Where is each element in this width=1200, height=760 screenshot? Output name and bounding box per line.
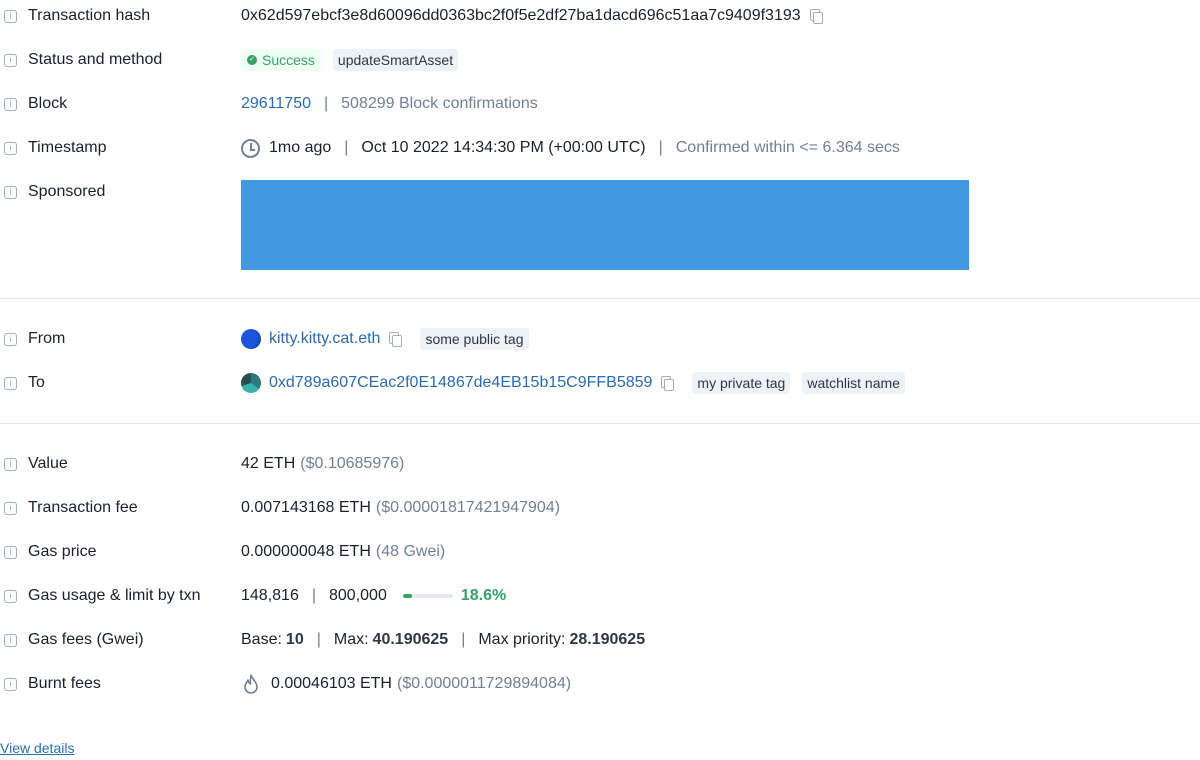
fire-icon xyxy=(244,674,258,694)
value-usd: ($0.10685976) xyxy=(300,455,405,472)
confirmation-time: Confirmed within <= 6.364 secs xyxy=(675,139,900,156)
row-gas-usage: i Gas usage & limit by txn 148,816 | 800… xyxy=(0,584,1200,608)
burnt-amount: 0.00046103 ETH xyxy=(271,675,392,692)
gas-usage-bar-fill xyxy=(402,594,413,598)
block-confirmations: 508299 Block confirmations xyxy=(341,95,538,112)
address-avatar xyxy=(241,329,261,349)
row-gas-fees: i Gas fees (Gwei) Base: 10 | Max: 40.190… xyxy=(0,628,1200,652)
gas-usage-percent: 18.6% xyxy=(460,587,507,604)
row-gas-price: i Gas price 0.000000048 ETH (48 Gwei) xyxy=(0,540,1200,564)
row-label: From xyxy=(28,330,66,347)
status-badge: ✓ Success xyxy=(241,49,321,71)
gas-limit: 800,000 xyxy=(329,587,387,604)
info-icon[interactable]: i xyxy=(4,589,17,603)
row-label: Status and method xyxy=(28,51,163,68)
row-label: Sponsored xyxy=(28,183,106,200)
row-transaction-hash: i Transaction hash 0x62d597ebcf3e8d60096… xyxy=(0,4,1200,28)
info-icon[interactable]: i xyxy=(4,376,17,390)
check-circle-icon: ✓ xyxy=(247,55,257,65)
row-timestamp: i Timestamp 1mo ago | Oct 10 2022 14:34:… xyxy=(0,136,1200,160)
max-priority-label: Max priority: xyxy=(478,631,566,648)
separator: | xyxy=(311,587,316,604)
burnt-usd: ($0.0000011729894084) xyxy=(396,675,572,692)
divider xyxy=(0,423,1200,424)
from-address-link[interactable]: kitty.kitty.cat.eth xyxy=(269,330,380,348)
info-icon[interactable]: i xyxy=(4,141,17,155)
info-icon[interactable]: i xyxy=(4,97,17,111)
value-amount: 42 ETH xyxy=(241,455,296,472)
method-tag: updateSmartAsset xyxy=(332,49,459,71)
row-label: Burnt fees xyxy=(28,675,101,692)
info-icon[interactable]: i xyxy=(4,633,17,647)
gas-usage-bar xyxy=(402,594,453,598)
separator: | xyxy=(316,631,321,648)
row-from: i From kitty.kitty.cat.eth some public t… xyxy=(0,327,1200,351)
clock-icon xyxy=(241,138,260,158)
fee-amount: 0.007143168 ETH xyxy=(241,499,371,516)
view-details-link[interactable]: View details xyxy=(0,740,74,756)
base-fee-label: Base: xyxy=(241,631,282,648)
gas-used: 148,816 xyxy=(241,587,299,604)
info-icon[interactable]: i xyxy=(4,185,17,199)
row-label: Timestamp xyxy=(28,139,107,156)
info-icon[interactable]: i xyxy=(4,457,17,471)
tx-hash-value: 0x62d597ebcf3e8d60096dd0363bc2f0f5e2df27… xyxy=(241,7,801,24)
separator: | xyxy=(658,139,663,156)
row-status-method: i Status and method ✓ Success updateSmar… xyxy=(0,48,1200,72)
info-icon[interactable]: i xyxy=(4,53,17,67)
copy-icon[interactable] xyxy=(388,332,403,347)
info-icon[interactable]: i xyxy=(4,677,17,691)
row-label: Transaction hash xyxy=(28,7,151,24)
row-label: Gas fees (Gwei) xyxy=(28,631,144,648)
timestamp-relative: 1mo ago xyxy=(269,139,332,156)
info-icon[interactable]: i xyxy=(4,332,17,346)
row-label: Gas usage & limit by txn xyxy=(28,587,201,604)
base-fee-value: 10 xyxy=(285,631,304,648)
address-avatar xyxy=(241,373,261,393)
row-label: To xyxy=(28,374,45,391)
row-value: i Value 42 ETH ($0.10685976) xyxy=(0,452,1200,476)
row-block: i Block 29611750 | 508299 Block confirma… xyxy=(0,92,1200,116)
row-burnt-fees: i Burnt fees 0.00046103 ETH ($0.00000117… xyxy=(0,672,1200,696)
fee-usd: ($0.00001817421947904) xyxy=(375,499,561,516)
watchlist-tag: watchlist name xyxy=(802,372,905,394)
timestamp-absolute: Oct 10 2022 14:34:30 PM (+00:00 UTC) xyxy=(361,139,646,156)
info-icon[interactable]: i xyxy=(4,9,17,23)
public-tag: some public tag xyxy=(420,328,529,350)
gas-price-gwei: (48 Gwei) xyxy=(375,543,446,560)
copy-icon[interactable] xyxy=(809,9,823,24)
row-to: i To 0xd789a607CEac2f0E14867de4EB15b15C9… xyxy=(0,371,1200,395)
private-tag: my private tag xyxy=(692,372,791,394)
max-fee-label: Max: xyxy=(333,631,369,648)
sponsored-ad-banner[interactable] xyxy=(241,180,969,270)
max-fee-value: 40.190625 xyxy=(372,631,449,648)
row-label: Transaction fee xyxy=(28,499,138,516)
max-priority-value: 28.190625 xyxy=(569,631,646,648)
row-label: Value xyxy=(28,455,68,472)
info-icon[interactable]: i xyxy=(4,501,17,515)
divider xyxy=(0,298,1200,299)
row-label: Block xyxy=(28,95,68,112)
info-icon[interactable]: i xyxy=(4,545,17,559)
to-address-link[interactable]: 0xd789a607CEac2f0E14867de4EB15b15C9FFB58… xyxy=(269,374,652,392)
separator: | xyxy=(461,631,466,648)
gas-price-amount: 0.000000048 ETH xyxy=(241,543,371,560)
block-number-link[interactable]: 29611750 xyxy=(241,95,311,113)
row-label: Gas price xyxy=(28,543,97,560)
status-text: Success xyxy=(262,52,315,68)
separator: | xyxy=(344,139,349,156)
copy-icon[interactable] xyxy=(660,376,675,391)
row-transaction-fee: i Transaction fee 0.007143168 ETH ($0.00… xyxy=(0,496,1200,520)
separator: | xyxy=(324,95,329,112)
